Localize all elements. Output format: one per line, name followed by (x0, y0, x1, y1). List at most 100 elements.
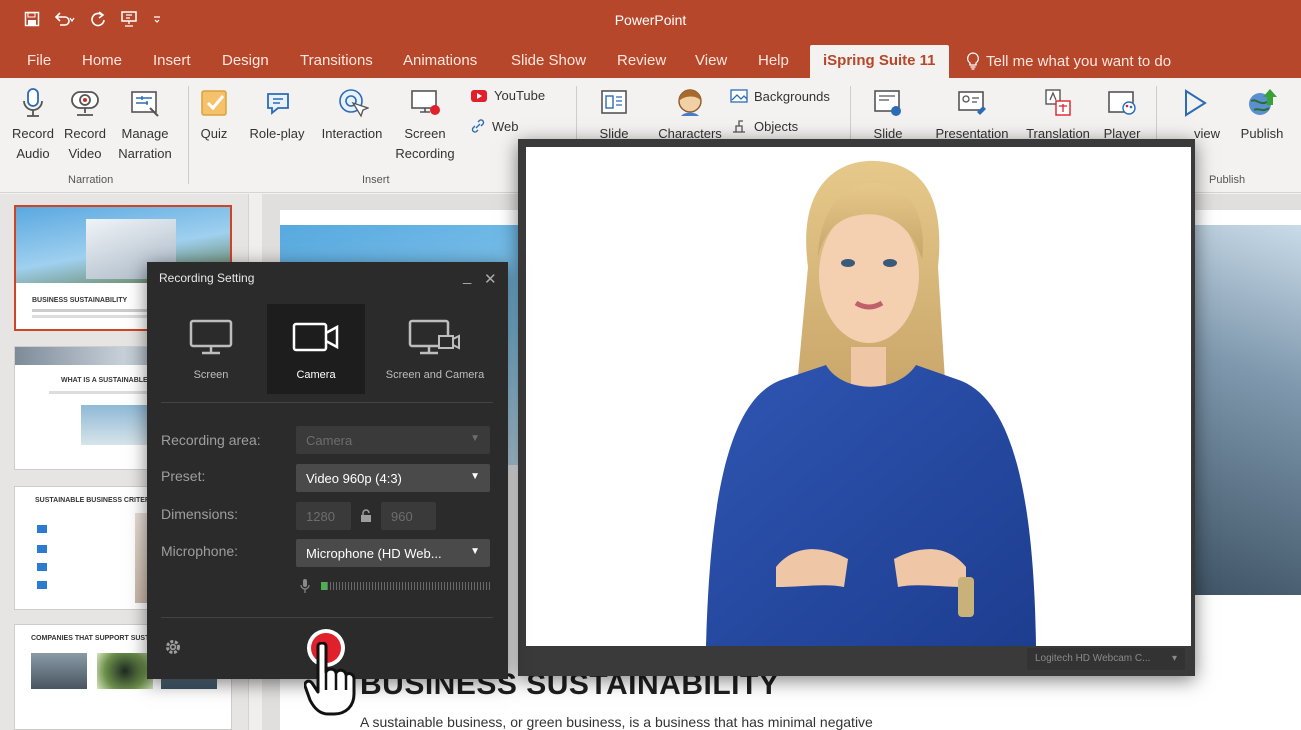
backgrounds-button[interactable]: Backgrounds (730, 88, 830, 104)
close-icon[interactable]: ✕ (484, 270, 497, 288)
tab-transitions[interactable]: Transitions (300, 52, 373, 69)
width-value: 1280 (306, 509, 335, 524)
tell-me-text: Tell me what you want to do (986, 52, 1172, 70)
role-play-button[interactable]: Role-play (246, 86, 308, 144)
camera-preview-window: Logitech HD Webcam C... ▾ (518, 139, 1195, 676)
preset-value: Video 960p (4:3) (306, 471, 402, 486)
tab-design[interactable]: Design (222, 52, 269, 69)
height-value: 960 (391, 509, 413, 524)
youtube-label: YouTube (494, 88, 546, 103)
publish-label: Publish (1240, 126, 1284, 141)
webcam-select[interactable]: Logitech HD Webcam C... ▾ (1027, 648, 1185, 670)
youtube-button[interactable]: YouTube (470, 88, 545, 103)
slide-button[interactable]: Slide (596, 86, 632, 144)
objects-button[interactable]: Objects (730, 118, 798, 134)
manage-narration-icon (131, 91, 159, 117)
lock-icon (361, 509, 371, 522)
mode-screen-and-camera-label: Screen and Camera (385, 369, 485, 381)
chevron-down-icon: ▼ (470, 546, 480, 557)
tell-me-search[interactable]: Tell me what you want to do (966, 52, 1171, 70)
monitor-icon (189, 319, 233, 355)
tab-slide-show[interactable]: Slide Show (511, 52, 586, 69)
recording-area-value: Camera (306, 433, 353, 448)
mode-screen-button[interactable]: Screen (161, 304, 261, 394)
tab-help[interactable]: Help (758, 52, 789, 69)
webcam-select-value: Logitech HD Webcam C... (1035, 653, 1151, 664)
minimize-icon[interactable]: _ (463, 268, 471, 285)
interaction-button[interactable]: Interaction (314, 86, 390, 144)
thumbnail-photo (31, 653, 87, 689)
thumbnail-title: COMPANIES THAT SUPPORT SUSTAIN (31, 635, 161, 642)
web-label: Web (492, 118, 519, 134)
preset-label: Preset: (161, 468, 206, 484)
mic-level-fill (321, 582, 327, 590)
chevron-down-icon: ▾ (1171, 653, 1177, 664)
insert-group-label: Insert (362, 174, 390, 186)
webcam-icon (71, 91, 99, 116)
characters-button[interactable]: Characters (654, 86, 726, 144)
preset-select[interactable]: Video 960p (4:3) ▼ (296, 464, 490, 492)
slide-building-image (1191, 225, 1301, 595)
tab-file[interactable]: File (27, 52, 51, 69)
tab-animations[interactable]: Animations (403, 52, 477, 69)
web-button[interactable]: Web (470, 118, 519, 134)
preview-button[interactable]: view (1166, 86, 1222, 144)
translation-icon (1045, 89, 1071, 116)
translation-button[interactable]: Translation (1020, 86, 1096, 144)
screen-camera-icon (408, 319, 460, 355)
character-face-icon (678, 89, 702, 116)
presentation-button[interactable]: Presentation (930, 86, 1014, 144)
title-bar: PowerPoint (0, 0, 1301, 42)
screen-recording-icon (411, 90, 440, 115)
app-title: PowerPoint (614, 12, 687, 28)
mode-screen-and-camera-button[interactable]: Screen and Camera (373, 304, 497, 394)
mode-camera-label: Camera (296, 369, 336, 381)
presentation-icon (958, 91, 986, 115)
tab-view[interactable]: View (695, 52, 727, 69)
publish-globe-icon (1249, 89, 1277, 115)
objects-icon (733, 120, 745, 133)
microphone-value: Microphone (HD Web... (306, 546, 442, 561)
camera-feed (526, 147, 1191, 646)
lightbulb-icon (967, 52, 979, 70)
player-button[interactable]: Player (1100, 86, 1144, 144)
screen-recording-button[interactable]: Screen Recording (392, 86, 458, 164)
recording-setting-dialog: Recording Setting _ ✕ Screen Camera Scre… (147, 262, 508, 679)
microphone-select[interactable]: Microphone (HD Web... ▼ (296, 539, 490, 567)
hand-cursor-icon (304, 642, 356, 716)
mode-camera-button[interactable]: Camera (267, 304, 365, 394)
dialog-title: Recording Setting (159, 271, 255, 285)
mic-level-meter (321, 582, 490, 590)
recording-area-select: Camera ▼ (296, 426, 490, 454)
thumbnail-title: BUSINESS SUSTAINABILITY (32, 297, 128, 304)
tab-review[interactable]: Review (617, 52, 666, 69)
publish-group-label: Publish (1209, 174, 1246, 186)
backgrounds-icon (730, 89, 748, 103)
slide-body-text[interactable]: A sustainable business, or green busines… (360, 714, 873, 730)
objects-label: Objects (754, 118, 799, 134)
role-play-label: Role-play (249, 126, 305, 141)
quiz-button[interactable]: Quiz (196, 86, 232, 144)
tab-insert[interactable]: Insert (153, 52, 191, 69)
interaction-label: Interaction (321, 126, 383, 141)
group-separator (188, 86, 189, 184)
publish-button[interactable]: Publish (1234, 86, 1290, 144)
mode-screen-label: Screen (193, 369, 229, 381)
narration-group-label: Narration (68, 174, 114, 186)
record-audio-label-1: Record (12, 126, 54, 141)
tab-ispring-suite[interactable]: iSpring Suite 11 (810, 45, 949, 78)
slide-properties-button[interactable]: Slide (870, 86, 906, 144)
dialog-divider (161, 402, 493, 403)
tab-home[interactable]: Home (82, 52, 122, 69)
record-audio-button[interactable]: Record Audio (8, 86, 58, 164)
backgrounds-label: Backgrounds (754, 88, 830, 104)
settings-gear-icon[interactable] (164, 638, 182, 656)
manage-narration-button[interactable]: Manage Narration (112, 86, 178, 164)
chevron-down-icon: ▼ (470, 471, 480, 482)
camera-icon (292, 322, 339, 352)
record-video-button[interactable]: Record Video (60, 86, 110, 164)
microphone-label: Microphone: (161, 543, 239, 559)
bullet-marker (37, 525, 47, 533)
thumbnail-title: SUSTAINABLE BUSINESS CRITERI (35, 497, 152, 504)
quiz-icon (201, 90, 227, 116)
